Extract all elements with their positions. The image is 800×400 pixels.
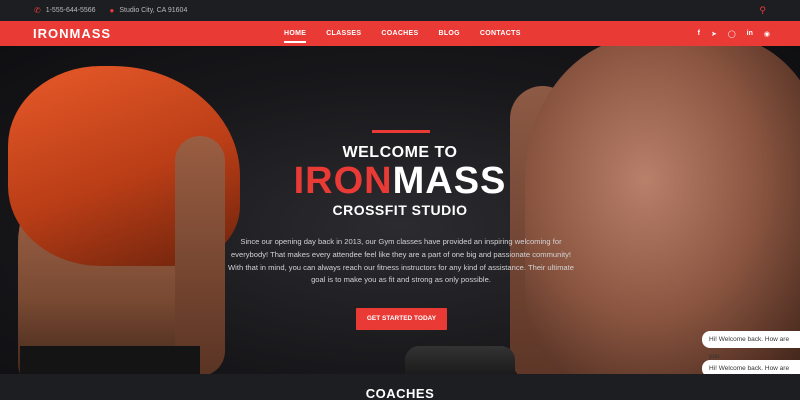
hero-image-woman-shorts [20, 346, 200, 374]
search-icon[interactable]: ⚲ [759, 6, 766, 15]
section-title: COACHES [365, 386, 435, 400]
top-info-bar: ✆ 1-555-644-5566 ● Studio City, CA 91604… [0, 0, 800, 21]
phone-info[interactable]: ✆ 1-555-644-5566 [34, 5, 96, 15]
hero-subtitle: CROSSFIT STUDIO [332, 202, 468, 218]
nav-classes[interactable]: CLASSES [326, 21, 361, 46]
nav-home[interactable]: HOME [284, 21, 307, 46]
twitter-icon[interactable]: ➤ [711, 30, 717, 38]
pinterest-icon[interactable]: ◉ [764, 30, 770, 38]
phone-number[interactable]: 1-555-644-5566 [46, 7, 96, 14]
instagram-icon[interactable]: ◯ [728, 30, 736, 38]
nav-coaches[interactable]: COACHES [381, 21, 418, 46]
hero-content: WELCOME TO IRONMASS CROSSFIT STUDIO Sinc… [200, 46, 600, 374]
site-logo[interactable]: IRONMASS [33, 26, 111, 41]
main-menu: HOME CLASSES COACHES BLOG CONTACTS [284, 21, 541, 46]
nav-contacts[interactable]: CONTACTS [480, 21, 521, 46]
location-info: ● Studio City, CA 91604 [109, 5, 188, 15]
accent-divider [372, 130, 430, 133]
hero-brand-mass: MASS [392, 160, 507, 202]
get-started-button[interactable]: GET STARTED TODAY [356, 308, 447, 330]
hero-brand: IRONMASS [200, 159, 600, 203]
chat-message[interactable]: Hi! Welcome back. How are you [702, 331, 800, 360]
hero-section: WELCOME TO IRONMASS CROSSFIT STUDIO Sinc… [0, 46, 800, 374]
main-navbar: IRONMASS HOME CLASSES COACHES BLOG CONTA… [0, 21, 800, 46]
coaches-section: COACHES [0, 374, 800, 400]
phone-icon: ✆ [34, 5, 41, 15]
location-pin-icon: ● [109, 5, 115, 15]
hero-description: Since our opening day back in 2013, our … [228, 237, 574, 285]
facebook-icon[interactable]: f [698, 30, 700, 37]
location-text: Studio City, CA 91604 [119, 7, 188, 14]
nav-blog[interactable]: BLOG [438, 21, 459, 46]
linkedin-icon[interactable]: in [747, 30, 753, 37]
hero-brand-iron: IRON [293, 160, 393, 202]
social-links: f ➤ ◯ in ◉ [687, 21, 770, 46]
